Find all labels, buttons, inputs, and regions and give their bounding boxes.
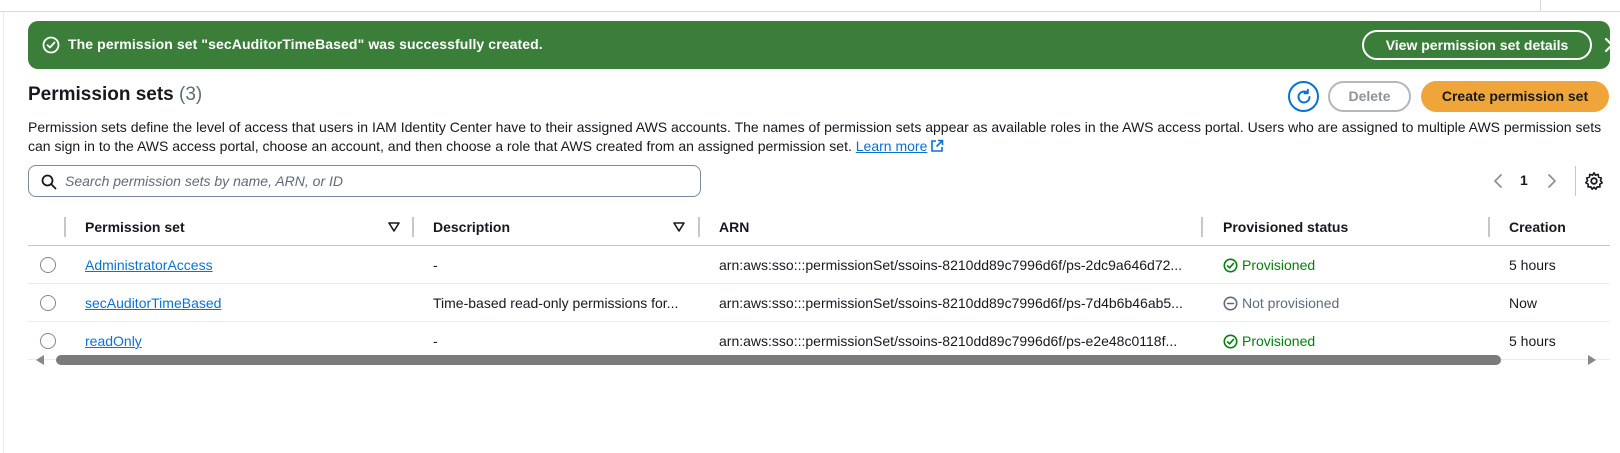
sort-down-icon[interactable] (673, 222, 685, 232)
column-header-arn[interactable]: ARN (719, 219, 749, 235)
top-corner-divider (1540, 0, 1541, 11)
row-select-radio[interactable] (40, 295, 56, 311)
row-created: Now (1509, 295, 1538, 311)
permission-set-link[interactable]: AdministratorAccess (85, 257, 213, 273)
column-header-creation[interactable]: Creation (1509, 219, 1566, 235)
page-title-text: Permission sets (28, 84, 174, 105)
permission-set-link[interactable]: readOnly (85, 333, 142, 349)
success-flash-banner: The permission set "secAuditorTimeBased"… (28, 21, 1620, 69)
provisioned-check-icon (1223, 334, 1238, 348)
previous-page-icon[interactable] (1491, 172, 1505, 190)
gear-icon[interactable] (1584, 171, 1604, 191)
status-text: Provisioned (1242, 333, 1316, 349)
row-description: - (433, 257, 438, 273)
top-divider (0, 11, 1620, 12)
page-description: Permission sets define the level of acce… (28, 118, 1613, 156)
provisioned-check-icon (1223, 258, 1238, 272)
left-divider (3, 12, 4, 453)
status-text: Provisioned (1242, 257, 1316, 273)
permission-set-link[interactable]: secAuditorTimeBased (85, 295, 221, 311)
next-page-icon[interactable] (1545, 172, 1559, 190)
external-link-icon (931, 139, 944, 152)
status-badge: Not provisioned (1223, 295, 1339, 311)
status-text: Not provisioned (1242, 295, 1340, 311)
status-badge: Provisioned (1223, 257, 1315, 273)
close-icon[interactable] (1602, 35, 1620, 55)
not-provisioned-minus-icon (1223, 296, 1238, 310)
search-icon (41, 174, 57, 190)
sort-down-icon[interactable] (388, 222, 400, 232)
row-arn: arn:aws:sso:::permissionSet/ssoins-8210d… (719, 295, 1183, 311)
row-created: 5 hours (1509, 333, 1556, 349)
column-header-description[interactable]: Description (433, 219, 510, 235)
column-divider[interactable] (412, 217, 414, 237)
delete-button[interactable]: Delete (1328, 81, 1411, 112)
row-created: 5 hours (1509, 257, 1556, 273)
row-description: Time-based read-only permissions for... (433, 295, 679, 311)
table-header: Permission set Description ARN Provision… (28, 208, 1610, 246)
learn-more-link[interactable]: Learn more (856, 138, 928, 154)
view-permission-set-details-button[interactable]: View permission set details (1362, 30, 1592, 60)
horizontal-scrollbar[interactable] (28, 354, 1610, 368)
row-arn: arn:aws:sso:::permissionSet/ssoins-8210d… (719, 257, 1183, 273)
description-text: Permission sets define the level of acce… (28, 119, 1602, 154)
column-divider[interactable] (1201, 217, 1203, 237)
table-row[interactable]: secAuditorTimeBased Time-based read-only… (28, 284, 1610, 322)
learn-more-label: Learn more (855, 138, 928, 154)
column-header-permission-set[interactable]: Permission set (85, 219, 185, 235)
row-arn: arn:aws:sso:::permissionSet/ssoins-8210d… (719, 333, 1178, 349)
create-permission-set-button[interactable]: Create permission set (1421, 81, 1609, 112)
row-description: - (433, 333, 438, 349)
column-divider[interactable] (698, 217, 700, 237)
scroll-right-arrow-icon[interactable] (1588, 355, 1596, 365)
column-header-provisioned-status[interactable]: Provisioned status (1223, 219, 1348, 235)
page-title: Permission sets (3) (28, 84, 202, 106)
current-page-number[interactable]: 1 (1520, 172, 1528, 188)
refresh-button[interactable] (1288, 81, 1319, 112)
search-box[interactable] (28, 165, 701, 197)
success-check-icon (42, 36, 60, 54)
pagination-divider (1575, 166, 1576, 196)
column-divider (64, 217, 66, 237)
permission-set-count: (3) (179, 84, 203, 105)
status-badge: Provisioned (1223, 333, 1315, 349)
scrollbar-thumb[interactable] (56, 355, 1501, 365)
row-select-radio[interactable] (40, 257, 56, 273)
row-select-radio[interactable] (40, 333, 56, 349)
search-input[interactable] (65, 170, 685, 192)
flash-message: The permission set "secAuditorTimeBased"… (68, 36, 543, 52)
column-divider[interactable] (1488, 217, 1490, 237)
table-row[interactable]: AdministratorAccess - arn:aws:sso:::perm… (28, 246, 1610, 284)
refresh-icon (1297, 88, 1310, 103)
scroll-left-arrow-icon[interactable] (36, 355, 44, 365)
